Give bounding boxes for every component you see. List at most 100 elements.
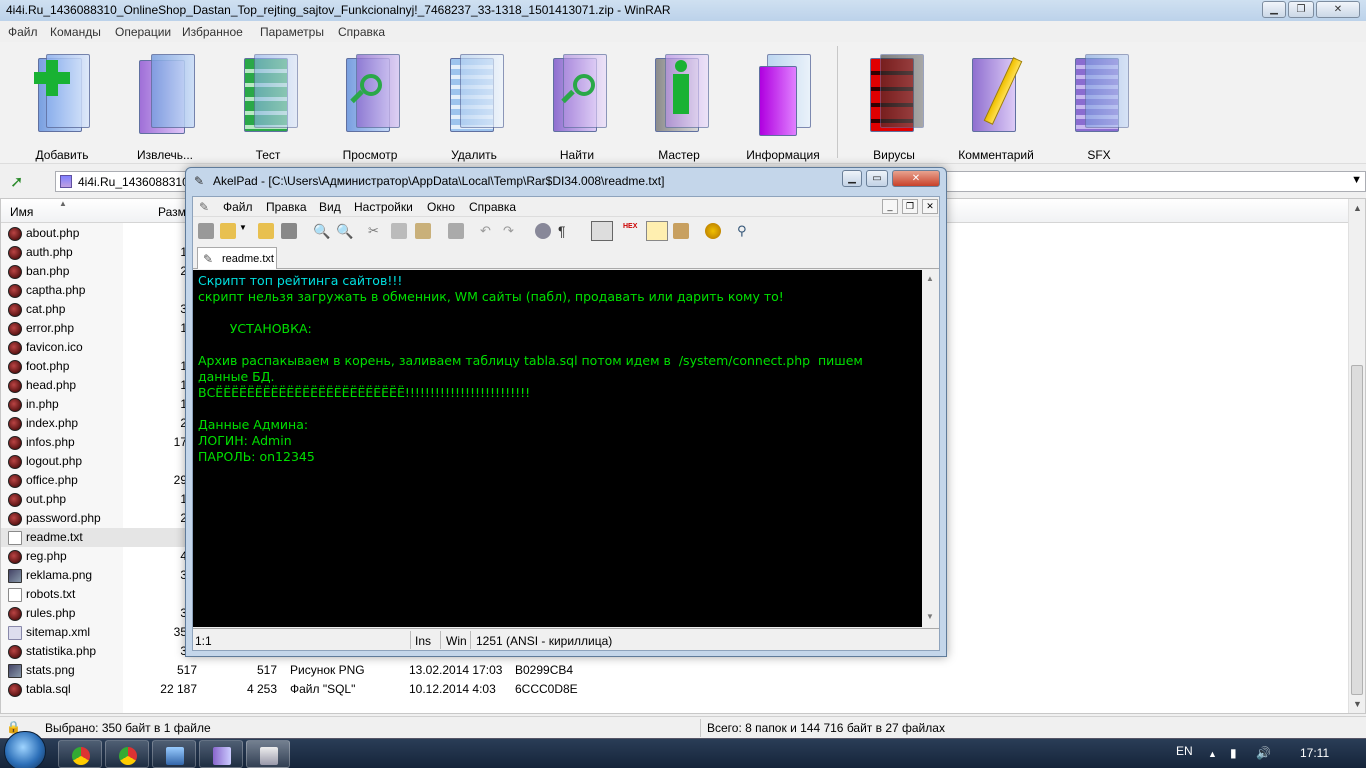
menu-operations[interactable]: Операции xyxy=(115,25,171,39)
file-crc: B0299CB4 xyxy=(515,663,574,677)
vertical-scrollbar[interactable]: ▲ ▼ xyxy=(1348,199,1365,713)
menu-file[interactable]: Файл xyxy=(8,25,38,39)
scroll-up-icon[interactable]: ▲ xyxy=(1353,203,1362,213)
minimize-button[interactable]: ▁ xyxy=(1262,1,1286,18)
clock[interactable]: 17:11 xyxy=(1300,746,1329,760)
mdi-close-button[interactable]: ✕ xyxy=(922,199,938,214)
scroll-down-icon[interactable]: ▼ xyxy=(926,612,934,621)
paste-icon[interactable] xyxy=(415,223,431,239)
start-button[interactable] xyxy=(4,731,46,768)
akel-menu-settings[interactable]: Настройки xyxy=(354,200,413,214)
akelpad-maximize-button[interactable]: ▭ xyxy=(866,170,888,187)
sfx-button[interactable]: SFX xyxy=(1049,46,1149,162)
network-icon[interactable]: ▮ xyxy=(1230,746,1237,760)
close-button[interactable]: ✕ xyxy=(1316,1,1360,18)
extract-button[interactable]: Извлечь... xyxy=(115,46,215,162)
replace-icon[interactable]: 🔍 xyxy=(336,223,353,239)
up-folder-icon[interactable]: ➚ xyxy=(10,172,30,191)
properties-icon[interactable] xyxy=(673,223,689,239)
menu-options[interactable]: Параметры xyxy=(260,25,324,39)
cut-icon[interactable]: ✂ xyxy=(368,223,384,239)
hex-icon[interactable]: HEX xyxy=(623,223,639,239)
file-packed: 4 253 xyxy=(246,682,277,696)
taskbar-chrome-1[interactable] xyxy=(58,740,102,768)
text-line: Данные Админа: xyxy=(198,417,309,432)
file-crc: 6CCC0D8E xyxy=(515,682,578,696)
wizard-button[interactable]: Мастер xyxy=(629,46,729,162)
akel-menu-view[interactable]: Вид xyxy=(319,200,341,214)
akelpad-minimize-button[interactable]: ▁ xyxy=(842,170,862,187)
settings-gear-icon[interactable] xyxy=(705,223,721,239)
maximize-button[interactable]: ❐ xyxy=(1288,1,1314,18)
file-name: office.php xyxy=(26,473,78,487)
taskbar-chrome-2[interactable] xyxy=(105,740,149,768)
akel-menu-window[interactable]: Окно xyxy=(427,200,455,214)
scrollbar-thumb[interactable] xyxy=(1351,365,1363,695)
taskbar-winrar[interactable] xyxy=(199,740,243,768)
open-folder-icon[interactable] xyxy=(258,223,274,239)
undo-icon[interactable]: ↶ xyxy=(480,223,496,239)
akel-menu-file[interactable]: Файл xyxy=(223,200,253,214)
menu-favorites[interactable]: Избранное xyxy=(182,25,243,39)
taskbar-explorer[interactable] xyxy=(152,740,196,768)
scroll-up-icon[interactable]: ▲ xyxy=(926,274,934,283)
php-file-icon xyxy=(8,322,22,336)
file-row[interactable]: tabla.sql 22 187 4 253 Файл "SQL" 10.12.2014… xyxy=(1,680,701,699)
chrome-icon xyxy=(72,747,90,765)
line-ending[interactable]: Win xyxy=(446,634,467,648)
akel-menu-help[interactable]: Справка xyxy=(469,200,516,214)
save-icon[interactable] xyxy=(281,223,297,239)
file-date: 13.02.2014 17:03 xyxy=(409,663,503,677)
chevron-down-icon[interactable]: ▼ xyxy=(1351,174,1362,186)
test-button[interactable]: Тест xyxy=(218,46,318,162)
word-wrap-toggle-icon[interactable] xyxy=(591,221,613,241)
pilcrow-icon[interactable]: ¶ xyxy=(558,223,574,239)
copy-icon[interactable] xyxy=(391,223,407,239)
tray-arrow-icon[interactable]: ▲ xyxy=(1208,749,1217,759)
text-editor[interactable]: Скрипт топ рейтинга сайтов!!! скрипт нель… xyxy=(193,270,922,627)
file-name: captha.php xyxy=(26,283,86,297)
insert-mode[interactable]: Ins xyxy=(415,634,431,648)
file-name: password.php xyxy=(26,511,101,525)
column-size[interactable]: Разм xyxy=(158,205,186,219)
highlight-icon[interactable] xyxy=(646,221,668,241)
taskbar-akelpad[interactable] xyxy=(246,740,290,768)
codepage[interactable]: 1251 (ANSI - кириллица) xyxy=(476,634,612,648)
scroll-down-icon[interactable]: ▼ xyxy=(1353,699,1362,709)
language-indicator[interactable]: EN xyxy=(1176,744,1193,758)
new-file-icon[interactable] xyxy=(198,223,214,239)
mdi-restore-button[interactable]: ❐ xyxy=(902,199,918,214)
text-line: ЛОГИН: Admin xyxy=(198,433,292,448)
redo-icon[interactable]: ↷ xyxy=(503,223,519,239)
winrar-title-bar: 4i4i.Ru_1436088310_OnlineShop_Dastan_Top… xyxy=(0,0,1366,21)
print-icon[interactable] xyxy=(448,223,464,239)
menu-help[interactable]: Справка xyxy=(338,25,385,39)
virus-button[interactable]: Вирусы xyxy=(844,46,944,162)
find-button[interactable]: Найти xyxy=(527,46,627,162)
php-file-icon xyxy=(8,246,22,260)
open-file-icon[interactable] xyxy=(220,223,236,239)
akelpad-close-button[interactable]: ✕ xyxy=(892,170,940,187)
menu-commands[interactable]: Команды xyxy=(50,25,101,39)
find-text-icon[interactable]: 🔍 xyxy=(313,223,330,239)
comment-button[interactable]: Комментарий xyxy=(946,46,1046,162)
delete-button[interactable]: Удалить xyxy=(424,46,524,162)
open-dropdown-icon[interactable]: ▼ xyxy=(239,223,247,239)
editor-scrollbar[interactable]: ▲ ▼ xyxy=(922,270,939,627)
tab-readme[interactable]: ✎ readme.txt xyxy=(197,247,277,269)
volume-icon[interactable]: 🔊 xyxy=(1256,746,1271,760)
view-button[interactable]: Просмотр xyxy=(320,46,420,162)
extract-icon xyxy=(135,50,197,142)
file-row[interactable]: stats.png 517 517 Рисунок PNG 13.02.2014 17:… xyxy=(1,661,701,680)
column-name[interactable]: Имя xyxy=(10,205,33,219)
akel-menu-edit[interactable]: Правка xyxy=(266,200,307,214)
file-name: reg.php xyxy=(26,549,67,563)
info-button[interactable]: Информация xyxy=(733,46,833,162)
add-button[interactable]: Добавить xyxy=(12,46,112,162)
plugin-icon[interactable]: ⚲ xyxy=(737,223,753,239)
wrap-icon[interactable] xyxy=(535,223,551,239)
file-packed: 517 xyxy=(256,663,277,677)
image-file-icon xyxy=(8,569,22,583)
mdi-minimize-button[interactable]: _ xyxy=(882,199,898,214)
akelpad-title-bar: ✎ AkelPad - [C:\Users\Администратор\AppD… xyxy=(186,168,946,194)
